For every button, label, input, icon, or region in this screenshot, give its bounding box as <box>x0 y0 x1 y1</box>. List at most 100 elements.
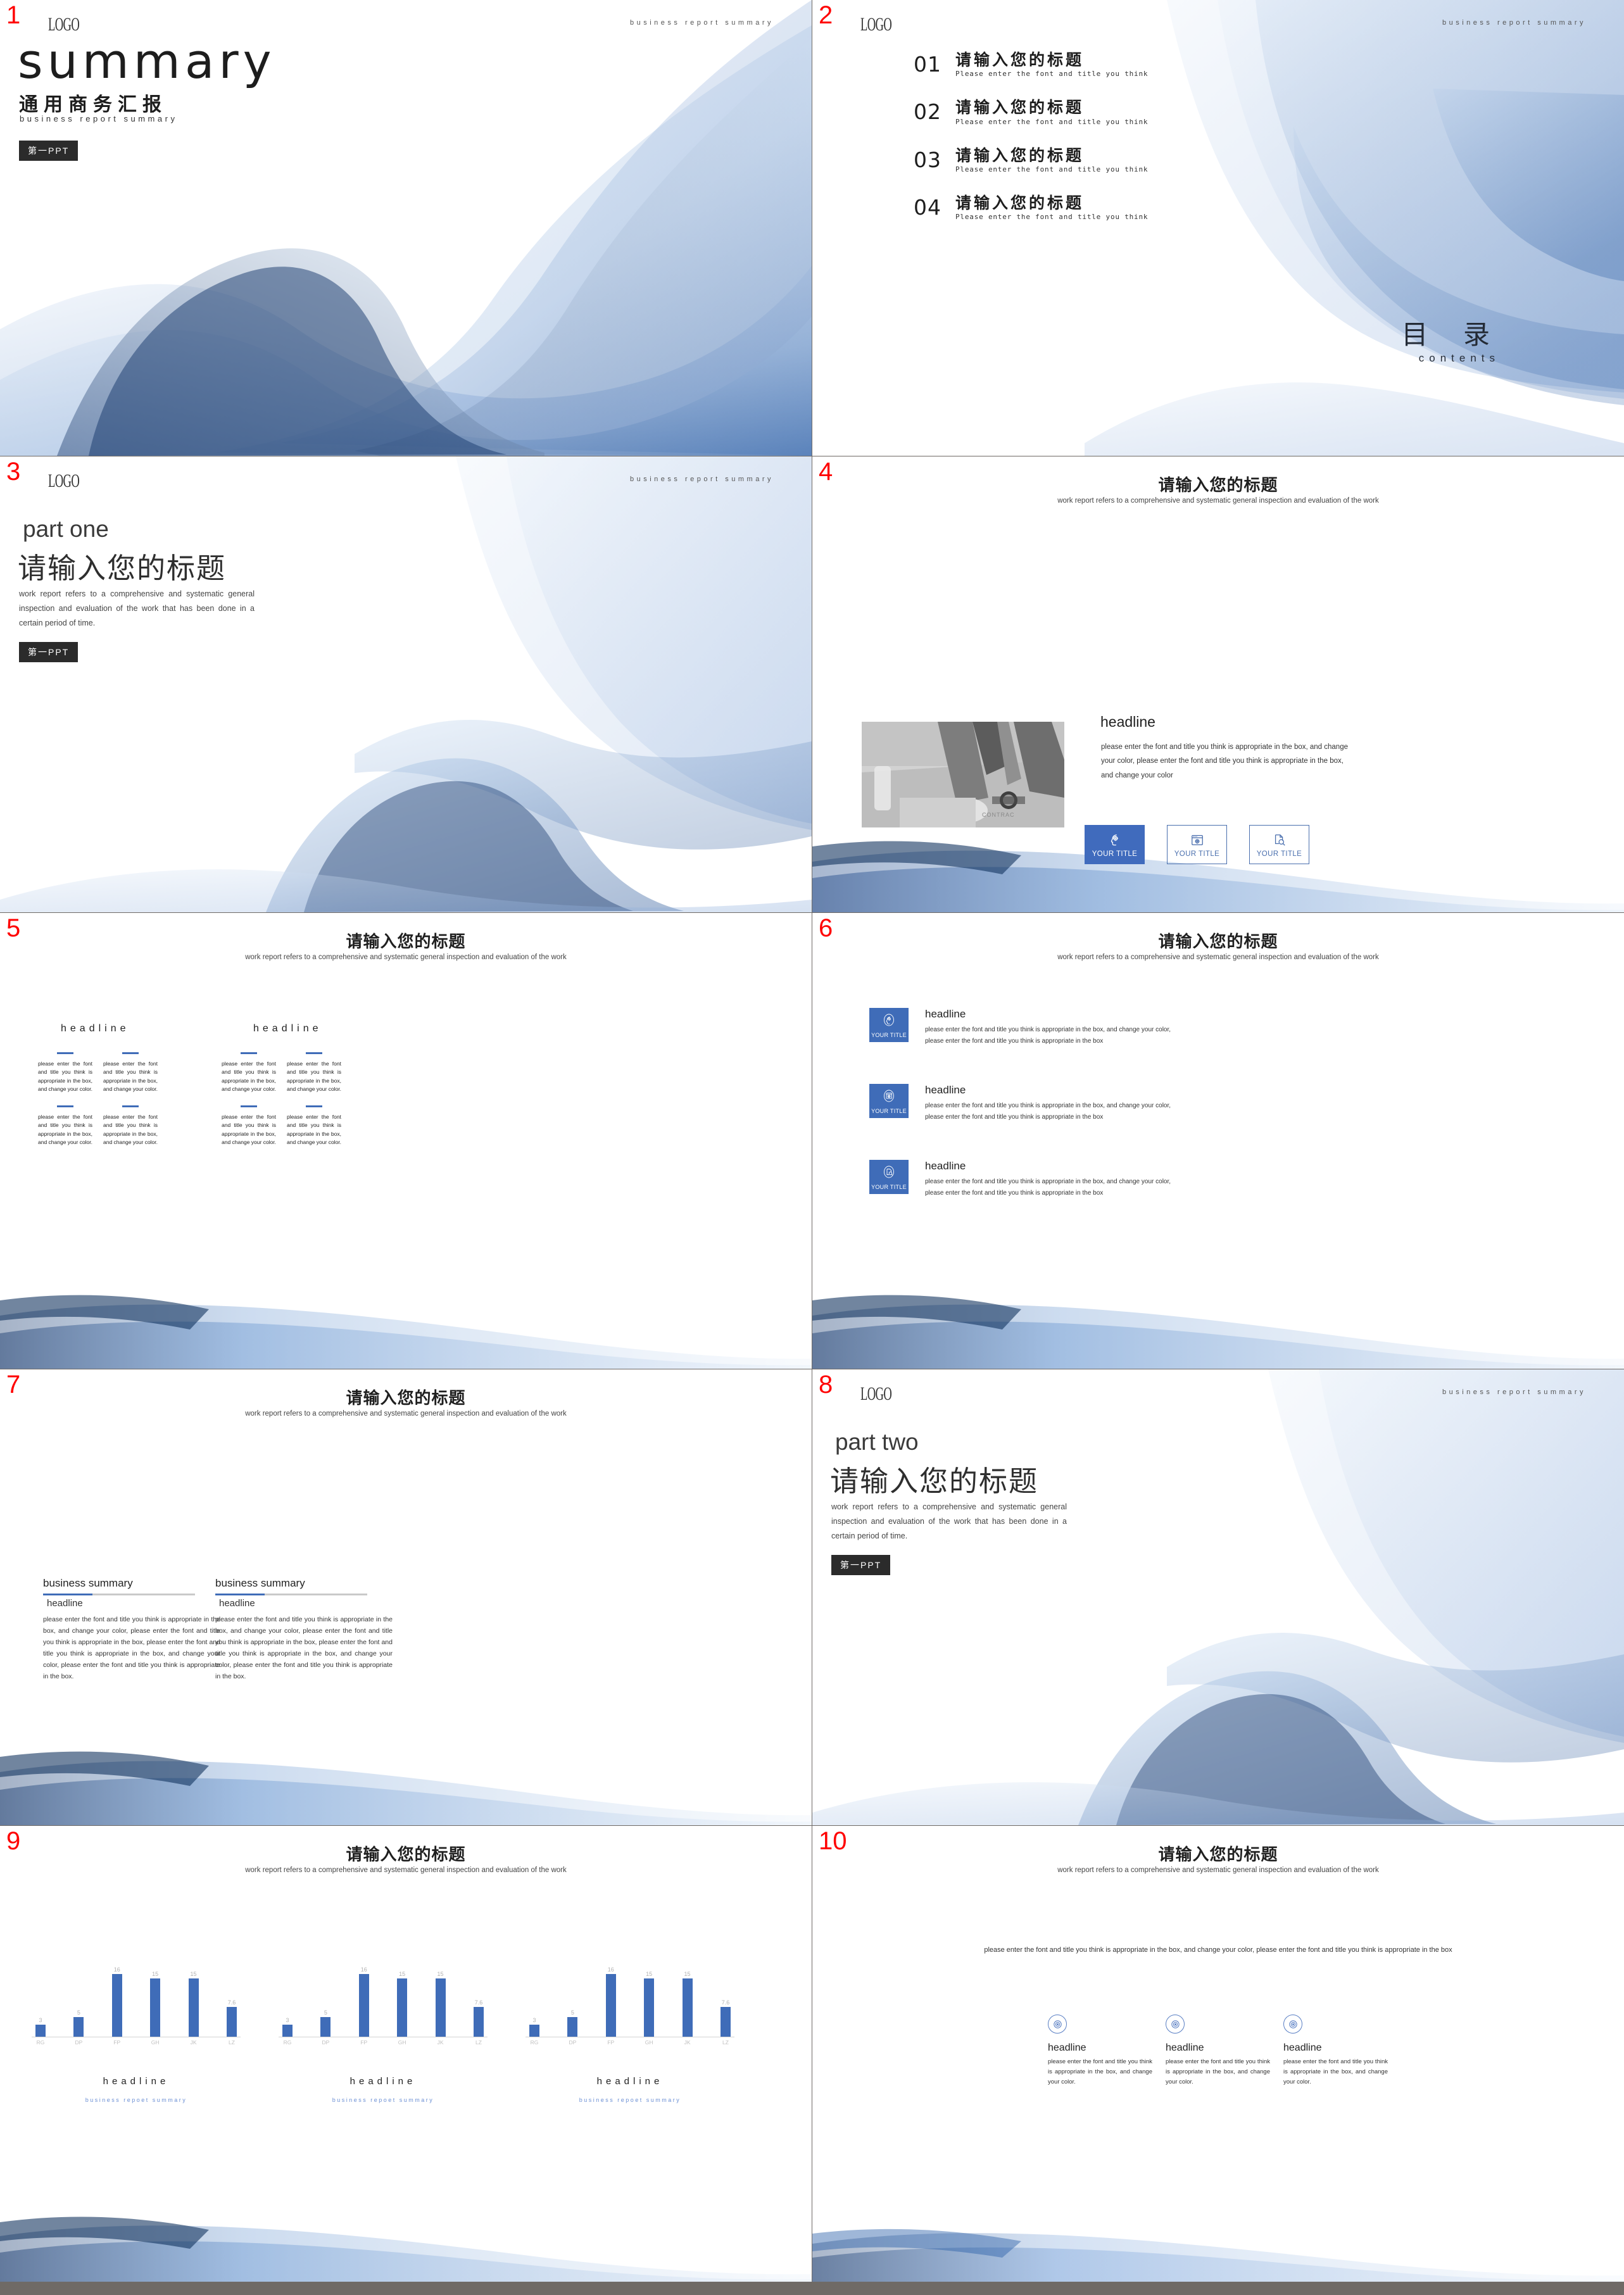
table-of-contents: 01 请输入您的标题 Please enter the font and tit… <box>914 52 1148 242</box>
feature-tile-label: YOUR TITLE <box>871 1031 907 1038</box>
page-title: 请输入您的标题 <box>1158 475 1278 494</box>
bar <box>567 2016 578 2037</box>
bar <box>188 1978 199 2037</box>
x-tick-label: RG <box>530 2039 539 2046</box>
page-subtitle-cn: 通用商务汇报 <box>19 94 167 115</box>
toc-label-cn: 请输入您的标题 <box>955 99 1085 117</box>
list-item[interactable]: 01 请输入您的标题 Please enter the font and tit… <box>914 51 1148 79</box>
toc-label-cn: 请输入您的标题 <box>955 51 1085 69</box>
column-paragraph: please enter the font and title you thin… <box>222 1113 277 1145</box>
slide-number: 8 <box>819 1371 833 1399</box>
bar-value-label: 15 <box>399 1970 406 1977</box>
feature-headline: headline <box>925 1084 966 1096</box>
info-column-1: headline please enter the font and title… <box>1048 2015 1152 2087</box>
logo[interactable]: LOGO <box>860 14 892 35</box>
bar <box>529 2025 539 2037</box>
bar-value-label: 7.6 <box>227 1999 236 2006</box>
slide-number: 3 <box>6 458 21 486</box>
feature-tile-1[interactable]: YOUR TITLE <box>869 1008 909 1042</box>
chart-caption-sub-2: business repoet summary <box>332 2097 434 2103</box>
feature-tile-2[interactable]: YOUR TITLE <box>869 1084 909 1118</box>
bar-group: 3 <box>35 1966 46 2037</box>
bar-group: 7.6 <box>720 1966 731 2037</box>
feature-headline: headline <box>925 1160 966 1172</box>
feature-tile-1[interactable]: YOUR TITLE <box>1085 825 1145 864</box>
column-body: please enter the font and title you thin… <box>1283 2058 1388 2086</box>
accent-rule <box>241 1052 257 1054</box>
chart-plot-area: 3 5 16 15 15 7.6 <box>526 1966 734 2037</box>
slide-6-tile-rows: 6 请输入您的标题 work report refers to a compre… <box>812 913 1624 1369</box>
page-title: 请输入您的标题 <box>1158 1845 1278 1864</box>
bar-value-label: 5 <box>77 2009 80 2016</box>
chart-plot-area: 3 5 16 15 15 7.6 <box>279 1966 488 2037</box>
feature-tile-3[interactable]: YOUR TITLE <box>1249 825 1309 864</box>
feature-text: headline please enter the font and title… <box>925 1008 1178 1047</box>
logo[interactable]: LOGO <box>860 1383 892 1405</box>
accent-rule <box>122 1052 139 1054</box>
list-item[interactable]: 03 请输入您的标题 Please enter the font and tit… <box>914 147 1148 173</box>
x-tick-label: JK <box>437 2039 444 2046</box>
bar-group: 15 <box>397 1966 408 2037</box>
column-title: business summary <box>43 1577 133 1589</box>
document-search-icon <box>881 1164 897 1183</box>
text-column-4: please enter the font and title you thin… <box>287 1052 341 1147</box>
section-label-en: part one <box>23 516 109 542</box>
bar-group: 15 <box>682 1966 693 2037</box>
x-tick-label: DP <box>569 2039 577 2046</box>
slide-9-charts: 9 请输入您的标题 work report refers to a compre… <box>0 1826 812 2282</box>
bar-value-label: 16 <box>113 1966 120 1973</box>
column-title: business summary <box>215 1577 305 1589</box>
list-item[interactable]: 04 请输入您的标题 Please enter the font and tit… <box>914 194 1149 221</box>
feature-tile-label: YOUR TITLE <box>1256 850 1302 858</box>
header-tagline: business report summary <box>630 19 774 27</box>
x-tick-label: RG <box>36 2039 45 2046</box>
x-tick-label: FP <box>113 2039 121 2046</box>
column-body: please enter the font and title you thin… <box>1166 2058 1270 2086</box>
slide-number: 4 <box>819 458 833 486</box>
slide-1-cover: 1 LOGO business report summary summary 通… <box>0 0 812 456</box>
x-tick-label: JK <box>684 2039 691 2046</box>
feature-tile-2[interactable]: YOUR TITLE <box>1167 825 1227 864</box>
feature-body: please enter the font and title you thin… <box>925 1178 1171 1197</box>
page-subtitle: work report refers to a comprehensive an… <box>1057 1866 1379 1874</box>
feature-tile-3[interactable]: YOUR TITLE <box>869 1160 909 1194</box>
logo[interactable]: LOGO <box>48 470 80 492</box>
feature-body: please enter the font and title you thin… <box>925 1102 1171 1121</box>
x-tick-label: LZ <box>228 2039 235 2046</box>
section-body: work report refers to a comprehensive an… <box>831 1502 1067 1541</box>
bar <box>358 1974 369 2037</box>
column-paragraph: please enter the font and title you thin… <box>38 1113 93 1145</box>
feature-row-3: YOUR TITLE headline please enter the fon… <box>869 1160 1178 1198</box>
column-headline: headline <box>1283 2042 1322 2053</box>
contents-heading-en: contents <box>1418 352 1500 364</box>
slide-number: 7 <box>6 1371 21 1399</box>
page-subtitle: work report refers to a comprehensive an… <box>1057 497 1379 505</box>
bar-group: 16 <box>111 1966 122 2037</box>
feature-row-2: YOUR TITLE headline please enter the fon… <box>869 1084 1178 1122</box>
wave-artwork <box>812 913 1624 1369</box>
text-column-1: please enter the font and title you thin… <box>38 1052 92 1147</box>
toc-label-en: Please enter the font and title you thin… <box>955 213 1149 221</box>
page-subtitle: work report refers to a comprehensive an… <box>245 1866 567 1874</box>
section-title-cn: 请输入您的标题 <box>830 1465 1039 1497</box>
feature-headline: headline <box>925 1008 966 1020</box>
content-body: please enter the font and title you thin… <box>1101 743 1348 779</box>
chart-x-axis: RG DP FP GH JK LZ <box>32 2037 241 2046</box>
slide-number: 6 <box>819 914 833 942</box>
header-tagline: business report summary <box>1442 1388 1586 1396</box>
list-item[interactable]: 02 请输入您的标题 Please enter the font and tit… <box>914 99 1149 126</box>
toc-number: 03 <box>914 147 941 172</box>
toc-label-en: Please enter the font and title you thin… <box>955 117 1149 126</box>
bar-value-label: 3 <box>532 2017 536 2024</box>
wave-artwork <box>0 1826 812 2282</box>
bar <box>150 1978 161 2037</box>
chart-x-axis: RG DP FP GH JK LZ <box>526 2037 734 2046</box>
page-title: 请输入您的标题 <box>346 932 466 951</box>
bar-group: 16 <box>605 1966 616 2037</box>
logo[interactable]: LOGO <box>48 14 80 35</box>
bar <box>282 2025 293 2037</box>
bar-value-label: 3 <box>39 2017 42 2024</box>
bar-group: 7.6 <box>226 1966 237 2037</box>
wave-artwork <box>812 1369 1624 1825</box>
accent-rule <box>241 1105 257 1107</box>
